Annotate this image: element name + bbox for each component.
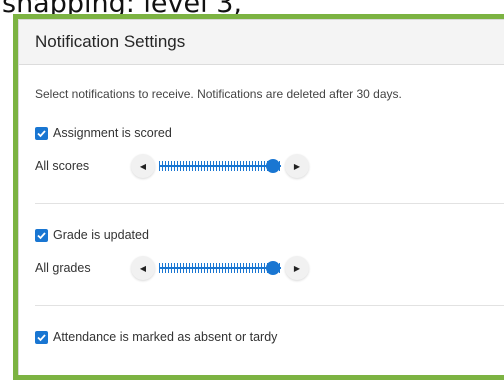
assignment-scored-label: Assignment is scored — [53, 126, 172, 140]
attendance-checkbox-row[interactable]: Attendance is marked as absent or tardy — [35, 330, 277, 344]
arrow-left-icon: ◀ — [139, 263, 147, 273]
arrow-right-icon: ▶ — [293, 263, 301, 273]
divider — [35, 203, 504, 204]
grades-increase-button[interactable]: ▶ — [285, 256, 309, 280]
divider — [35, 305, 504, 306]
arrow-right-icon: ▶ — [293, 161, 301, 171]
settings-description: Select notifications to receive. Notific… — [35, 87, 402, 101]
checkbox-checked-icon[interactable] — [35, 126, 48, 140]
scores-decrease-button[interactable]: ◀ — [131, 154, 155, 178]
scores-slider[interactable] — [159, 159, 281, 173]
card-header: Notification Settings — [19, 20, 504, 65]
grades-slider-thumb[interactable] — [266, 261, 280, 275]
grade-updated-checkbox-row[interactable]: Grade is updated — [35, 228, 149, 242]
scores-slider-row: All scores ◀ ▶ — [35, 154, 309, 178]
scores-increase-button[interactable]: ▶ — [285, 154, 309, 178]
checkbox-checked-icon[interactable] — [35, 330, 48, 344]
assignment-scored-checkbox-row[interactable]: Assignment is scored — [35, 126, 172, 140]
scores-slider-label: All scores — [35, 159, 90, 173]
scores-slider-thumb[interactable] — [266, 159, 280, 173]
arrow-left-icon: ◀ — [139, 161, 147, 171]
notification-settings-card: Notification Settings Select notificatio… — [18, 19, 504, 375]
grades-slider-label: All grades — [35, 261, 91, 275]
highlight-frame: Notification Settings Select notificatio… — [13, 14, 504, 380]
grades-slider[interactable] — [159, 261, 281, 275]
attendance-label: Attendance is marked as absent or tardy — [53, 330, 278, 344]
grade-updated-label: Grade is updated — [53, 228, 149, 242]
grades-slider-row: All grades ◀ ▶ — [35, 256, 309, 280]
checkbox-checked-icon[interactable] — [35, 228, 48, 242]
grades-decrease-button[interactable]: ◀ — [131, 256, 155, 280]
page-title: Notification Settings — [35, 32, 186, 51]
